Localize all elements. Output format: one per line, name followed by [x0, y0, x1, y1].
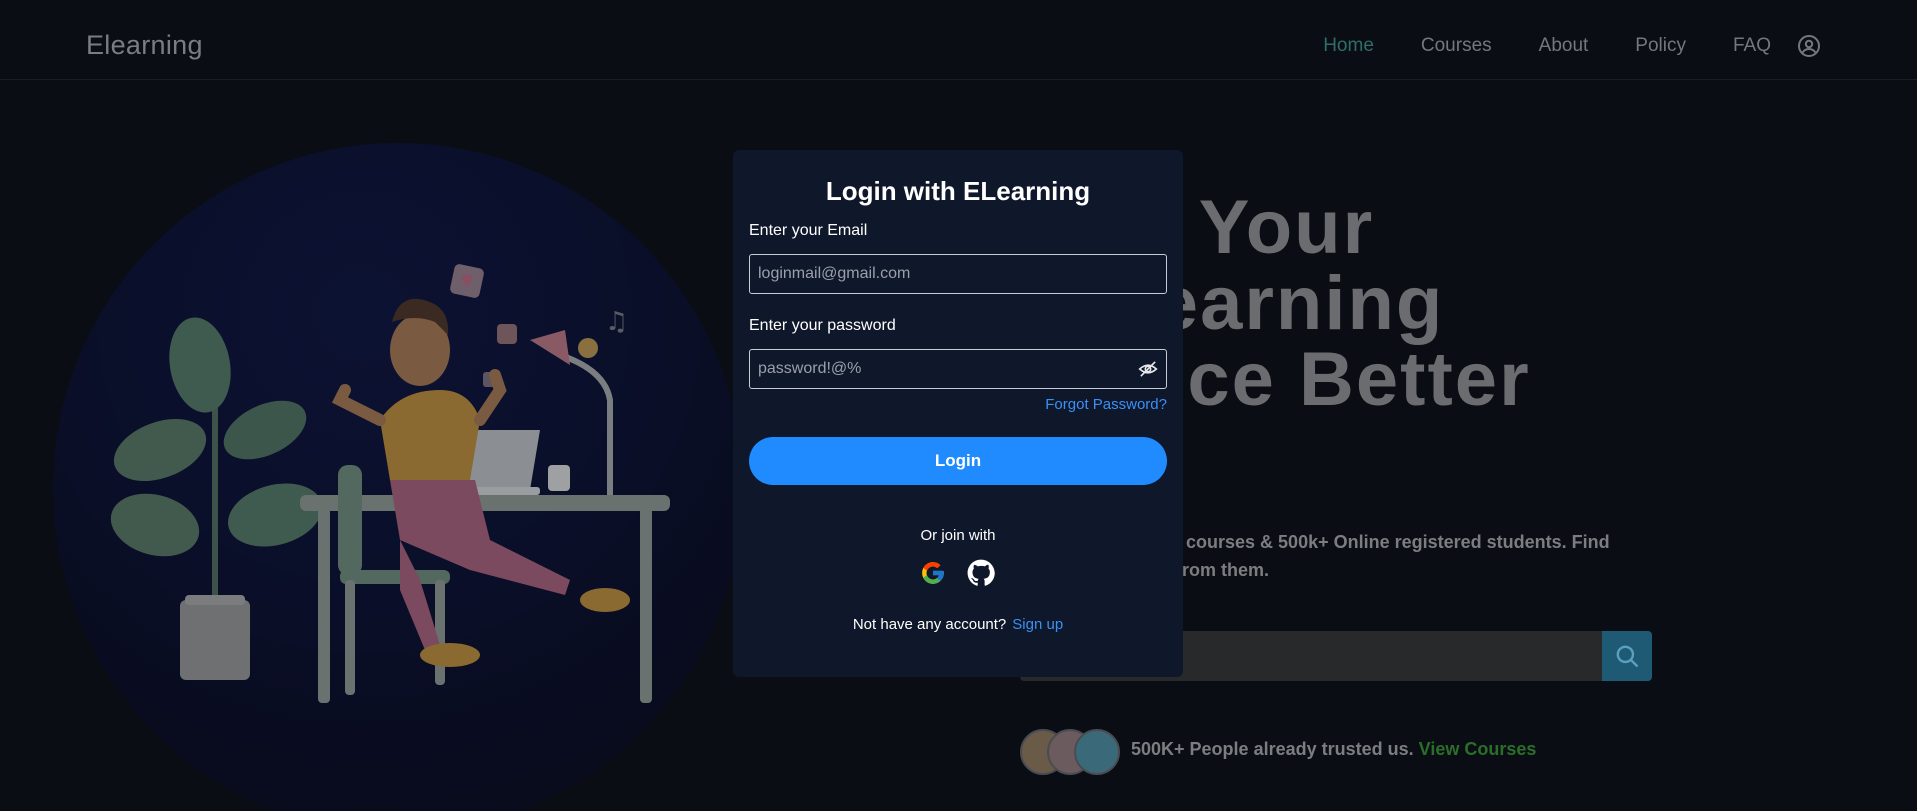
signup-row: Not have any account? Sign up — [733, 616, 1183, 633]
search-icon — [1616, 645, 1638, 667]
or-join-label: Or join with — [920, 527, 996, 544]
email-field[interactable] — [749, 254, 1167, 294]
nav-item-about[interactable]: About — [1539, 35, 1589, 57]
hero-description-line: ne courses & 500k+ Online registered stu… — [1160, 532, 1610, 552]
nav-item-policy[interactable]: Policy — [1635, 35, 1686, 57]
toggle-password-visibility[interactable] — [1137, 358, 1159, 380]
signup-link[interactable]: Sign up — [1012, 616, 1063, 633]
navbar: Elearning Home Courses About Policy FAQ — [0, 0, 1917, 80]
trusted-avatars — [1020, 729, 1120, 777]
login-title: Login with ELearning — [825, 176, 1091, 206]
hero-description: ne courses & 500k+ Online registered stu… — [1160, 528, 1640, 584]
google-icon — [922, 562, 944, 584]
avatar — [1074, 729, 1120, 775]
view-courses-link[interactable]: View Courses — [1419, 739, 1537, 759]
search-button[interactable] — [1602, 631, 1652, 681]
no-account-text: Not have any account? — [852, 616, 1007, 633]
trust-statement: 500K+ People already trusted us. View Co… — [1131, 739, 1536, 760]
google-login-button[interactable] — [919, 559, 947, 587]
hero-illustration: ♫ — [110, 264, 670, 703]
site-logo[interactable]: Elearning — [86, 30, 203, 61]
login-modal: Login with ELearning Enter your Email En… — [733, 150, 1183, 677]
nav-links: Home Courses About Policy FAQ — [1323, 34, 1821, 58]
password-label: Enter your password — [749, 317, 896, 334]
github-icon — [967, 559, 995, 586]
forgot-password-link[interactable]: Forgot Password? — [1045, 396, 1167, 413]
social-login-row — [919, 559, 999, 589]
login-button[interactable]: Login — [749, 437, 1167, 485]
email-label: Enter your Email — [749, 222, 868, 239]
nav-item-faq[interactable]: FAQ — [1733, 35, 1771, 57]
eye-slash-icon — [1138, 361, 1158, 377]
trust-text: 500K+ People already trusted us. — [1131, 739, 1414, 759]
user-circle-icon[interactable] — [1797, 34, 1821, 58]
hero-description-line: d from them. — [1160, 560, 1270, 580]
svg-text:♫: ♫ — [605, 307, 628, 337]
password-field[interactable] — [749, 349, 1167, 389]
nav-item-courses[interactable]: Courses — [1421, 35, 1492, 57]
github-login-button[interactable] — [967, 559, 995, 587]
nav-item-home[interactable]: Home — [1323, 35, 1374, 57]
